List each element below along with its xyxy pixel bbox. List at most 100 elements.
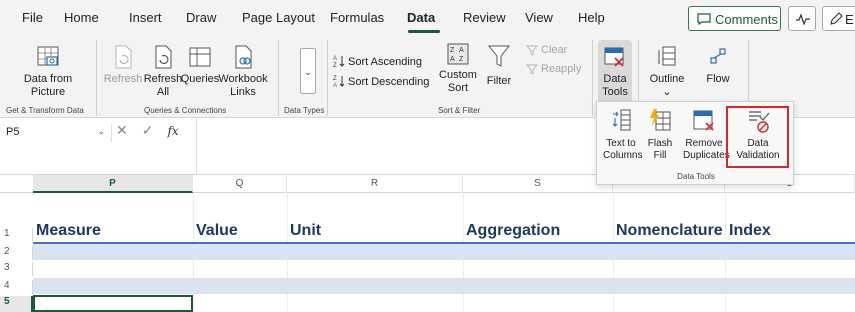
header-cell-unit[interactable]: Unit [290,222,321,240]
refresh-all-label: Refresh All [143,73,183,98]
flow-label: Flow [706,73,730,85]
tab-formulas[interactable]: Formulas [330,10,384,25]
activity-button[interactable] [788,6,816,31]
ribbon-separator [96,40,97,116]
group-label-get-transform: Get & Transform Data [6,106,84,115]
row-header-1[interactable]: 1 [0,228,33,242]
svg-text:A: A [333,56,337,62]
header-cell-aggregation[interactable]: Aggregation [466,222,560,240]
header-cell-measure[interactable]: Measure [36,222,101,240]
tab-data[interactable]: Data [407,10,435,25]
remove-duplicates-icon [693,110,714,131]
clear-filter-label: Clear [541,44,568,56]
svg-text:A: A [459,47,464,54]
row-header-4[interactable]: 4 [0,280,33,294]
tab-page-layout[interactable]: Page Layout [242,10,315,25]
refresh-all-button[interactable]: Refresh All [143,44,183,99]
name-box[interactable]: P5 ⌄ [0,124,112,142]
group-label-data-tools: Data Tools [677,172,715,181]
remove-duplicates-button[interactable]: Remove Duplicates [683,108,730,162]
refresh-button[interactable]: Refresh [103,44,143,86]
editing-label: E [845,12,854,27]
banded-row-2[interactable] [33,244,855,260]
flow-button[interactable]: Flow [700,44,736,86]
ribbon-separator [278,40,279,116]
text-to-columns-icon [612,109,631,131]
data-from-picture-label: Data from Picture [23,73,73,98]
data-tools-icon [604,47,624,67]
group-label-queries-connections: Queries & Connections [144,106,227,115]
text-to-columns-label: Text to Columns [603,138,643,161]
active-cell-p5[interactable] [33,295,193,312]
comments-label: Comments [715,12,778,27]
sort-ascending-button[interactable]: A Z Sort Ascending [333,54,422,69]
refresh-all-icon [155,45,172,69]
column-header-s[interactable]: S [463,175,613,193]
custom-sort-icon: Z A A Z [447,43,469,65]
svg-text:Z: Z [333,76,337,82]
group-label-data-types: Data Types [284,106,325,115]
workbook-links-label: Workbook Links [218,73,268,98]
chevron-down-icon: ⌄ [662,86,672,98]
filter-label: Filter [486,75,512,87]
row-header-2[interactable]: 2 [0,246,33,260]
tab-file[interactable]: File [22,10,43,25]
tab-view[interactable]: View [525,10,553,25]
clear-filter-button[interactable]: Clear [525,44,568,56]
flash-fill-button[interactable]: Flash Fill [643,108,677,162]
outline-label: Outline [649,73,685,85]
tab-home[interactable]: Home [64,10,99,25]
clear-filter-icon [525,45,539,56]
cancel-icon[interactable]: ✕ [116,122,128,138]
header-cell-nomenclature[interactable]: Nomenclature [616,222,723,240]
enter-icon[interactable]: ✓ [142,122,154,138]
ribbon-tab-bar: File Home Insert Draw Page Layout Formul… [0,0,855,36]
custom-sort-label: Custom Sort [439,69,477,94]
flow-icon [710,48,726,64]
ribbon-separator [327,40,328,116]
flash-fill-icon [650,109,671,131]
column-header-r[interactable]: R [287,175,463,193]
data-from-picture-button[interactable]: Data from Picture [10,44,86,99]
column-header-p[interactable]: P [33,175,193,193]
refresh-icon [115,45,132,69]
filter-icon [487,45,511,67]
data-from-picture-icon [37,46,59,66]
insert-function-button[interactable]: fx [167,124,178,138]
formula-controls: ✕ ✓ fx [116,122,193,139]
sort-ascending-icon: A Z [333,56,345,69]
header-cell-index[interactable]: Index [729,222,771,240]
comments-button[interactable]: Comments [688,6,781,31]
header-cell-value[interactable]: Value [196,222,238,240]
editing-button[interactable]: E [822,6,855,31]
tab-review[interactable]: Review [463,10,506,25]
row-header-5[interactable]: 5 [0,296,33,312]
tab-insert[interactable]: Insert [129,10,162,25]
chevron-down-icon: ⌄ [304,67,312,77]
active-tab-indicator [408,30,440,33]
row-header-3[interactable]: 3 [0,262,33,276]
sort-descending-button[interactable]: Z A Sort Descending [333,74,430,89]
queries-button[interactable]: Queries [180,44,220,86]
column-header-q[interactable]: Q [193,175,287,193]
sort-ascending-label: Sort Ascending [348,56,422,68]
svg-text:A: A [450,56,455,63]
tab-draw[interactable]: Draw [186,10,216,25]
comment-icon [697,13,711,25]
banded-row-4[interactable] [33,278,855,294]
sort-descending-label: Sort Descending [348,76,430,88]
pencil-icon [830,12,843,25]
refresh-label: Refresh [103,73,143,85]
reapply-filter-button[interactable]: Reapply [525,63,581,75]
svg-text:A: A [333,83,337,88]
data-types-gallery[interactable]: ⌄ [300,48,316,94]
workbook-links-button[interactable]: Workbook Links [218,44,268,99]
tab-help[interactable]: Help [578,10,605,25]
chevron-down-icon: ⌄ [97,126,105,136]
data-tools-panel: Text to Columns Flash Fill Remove Duplic… [596,101,794,185]
outline-button[interactable]: Outline ⌄ [646,44,688,99]
group-label-sort-filter: Sort & Filter [438,106,481,115]
text-to-columns-button[interactable]: Text to Columns [603,108,643,162]
filter-button[interactable]: Filter [484,42,514,88]
custom-sort-button[interactable]: Z A A Z Custom Sort [438,42,478,95]
